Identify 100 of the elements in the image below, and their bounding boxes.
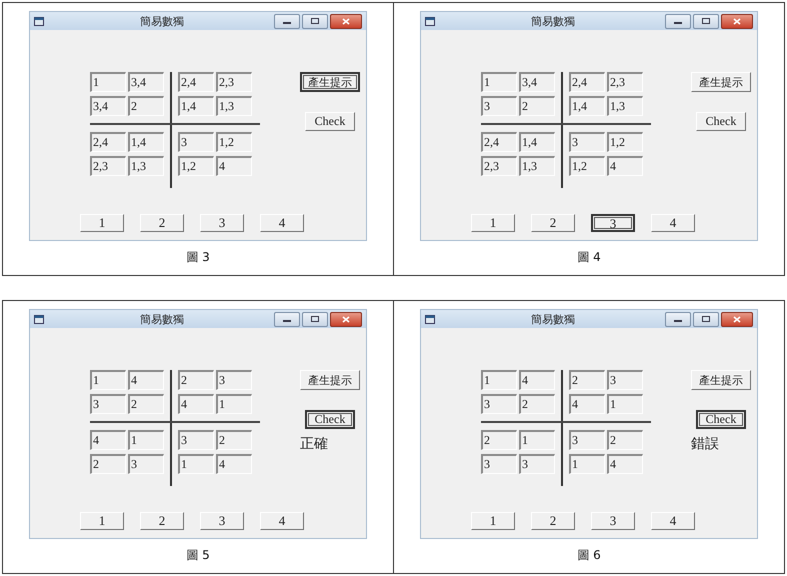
number-button[interactable]: 4 xyxy=(260,512,304,530)
maximize-button[interactable] xyxy=(693,312,719,326)
number-field[interactable]: 2 xyxy=(128,96,164,116)
number-field[interactable]: 1 xyxy=(178,454,214,474)
number-field[interactable]: 4 xyxy=(607,454,643,474)
number-field[interactable]: 4 xyxy=(90,430,126,450)
number-field[interactable]: 3 xyxy=(569,430,605,450)
number-field[interactable]: 2,3 xyxy=(607,72,643,92)
number-field[interactable]: 1 xyxy=(128,430,164,450)
number-field[interactable]: 1 xyxy=(607,394,643,414)
hint-button[interactable]: 產生提示 xyxy=(691,370,751,390)
number-field[interactable]: 4 xyxy=(178,394,214,414)
number-button[interactable]: 1 xyxy=(471,214,515,232)
number-field[interactable]: 2,4 xyxy=(90,132,126,152)
number-field[interactable]: 1 xyxy=(90,72,126,92)
number-button[interactable]: 3 xyxy=(591,214,635,232)
number-field[interactable]: 3 xyxy=(216,370,252,390)
number-field[interactable]: 3 xyxy=(481,96,517,116)
number-field[interactable]: 1 xyxy=(519,430,555,450)
number-field[interactable]: 1,4 xyxy=(519,132,555,152)
check-button[interactable]: Check xyxy=(696,112,746,131)
number-field[interactable]: 2 xyxy=(519,96,555,116)
number-button[interactable]: 4 xyxy=(260,214,304,232)
number-field[interactable]: 1,4 xyxy=(178,96,214,116)
number-field[interactable]: 3 xyxy=(481,454,517,474)
hint-button[interactable]: 產生提示 xyxy=(691,72,751,92)
number-field[interactable]: 3,4 xyxy=(128,72,164,92)
hint-button[interactable]: 產生提示 xyxy=(300,370,360,390)
number-field[interactable]: 2 xyxy=(128,394,164,414)
minimize-button[interactable] xyxy=(665,312,691,326)
number-field[interactable]: 3 xyxy=(128,454,164,474)
number-field[interactable]: 2,4 xyxy=(569,72,605,92)
number-field[interactable]: 2 xyxy=(216,430,252,450)
number-field[interactable]: 2 xyxy=(90,454,126,474)
number-field[interactable]: 1 xyxy=(569,454,605,474)
number-field[interactable]: 2 xyxy=(481,430,517,450)
close-button[interactable] xyxy=(721,14,753,28)
number-button[interactable]: 3 xyxy=(591,512,635,530)
number-button[interactable]: 1 xyxy=(471,512,515,530)
number-field[interactable]: 2,3 xyxy=(90,156,126,176)
hint-button[interactable]: 產生提示 xyxy=(300,72,360,92)
close-button[interactable] xyxy=(721,312,753,326)
number-field[interactable]: 1 xyxy=(216,394,252,414)
number-field[interactable]: 2,3 xyxy=(216,72,252,92)
number-field[interactable]: 4 xyxy=(128,370,164,390)
number-field[interactable]: 4 xyxy=(216,156,252,176)
minimize-button[interactable] xyxy=(274,312,300,326)
number-field[interactable]: 1,2 xyxy=(178,156,214,176)
minimize-button[interactable] xyxy=(274,14,300,28)
number-field[interactable]: 1,4 xyxy=(128,132,164,152)
check-button[interactable]: Check xyxy=(305,410,355,429)
number-field[interactable]: 4 xyxy=(569,394,605,414)
minimize-button[interactable] xyxy=(665,14,691,28)
number-field[interactable]: 4 xyxy=(519,370,555,390)
number-button[interactable]: 2 xyxy=(140,214,184,232)
number-field[interactable]: 1,3 xyxy=(519,156,555,176)
number-button[interactable]: 4 xyxy=(651,214,695,232)
number-field[interactable]: 1 xyxy=(90,370,126,390)
number-field[interactable]: 1,3 xyxy=(128,156,164,176)
number-field[interactable]: 3 xyxy=(90,394,126,414)
number-button[interactable]: 2 xyxy=(140,512,184,530)
number-button[interactable]: 2 xyxy=(531,512,575,530)
number-button[interactable]: 2 xyxy=(531,214,575,232)
check-button[interactable]: Check xyxy=(305,112,355,131)
number-field[interactable]: 4 xyxy=(607,156,643,176)
number-field[interactable]: 1,2 xyxy=(607,132,643,152)
number-button[interactable]: 3 xyxy=(200,512,244,530)
maximize-button[interactable] xyxy=(302,14,328,28)
number-field[interactable]: 2 xyxy=(519,394,555,414)
number-field[interactable]: 1,3 xyxy=(216,96,252,116)
number-field[interactable]: 3 xyxy=(569,132,605,152)
check-button[interactable]: Check xyxy=(696,410,746,429)
number-field[interactable]: 1 xyxy=(481,370,517,390)
number-field[interactable]: 1,3 xyxy=(607,96,643,116)
number-field[interactable]: 2,4 xyxy=(178,72,214,92)
close-button[interactable] xyxy=(330,14,362,28)
maximize-button[interactable] xyxy=(693,14,719,28)
number-field[interactable]: 3 xyxy=(519,454,555,474)
number-field[interactable]: 2 xyxy=(607,430,643,450)
number-field[interactable]: 2 xyxy=(178,370,214,390)
number-field[interactable]: 3 xyxy=(178,132,214,152)
number-field[interactable]: 1,2 xyxy=(569,156,605,176)
number-field[interactable]: 2,4 xyxy=(481,132,517,152)
number-field[interactable]: 3 xyxy=(481,394,517,414)
close-button[interactable] xyxy=(330,312,362,326)
number-field[interactable]: 2 xyxy=(569,370,605,390)
number-field[interactable]: 1,2 xyxy=(216,132,252,152)
maximize-button[interactable] xyxy=(302,312,328,326)
number-field[interactable]: 3,4 xyxy=(519,72,555,92)
number-field[interactable]: 3,4 xyxy=(90,96,126,116)
number-field[interactable]: 4 xyxy=(216,454,252,474)
number-button[interactable]: 3 xyxy=(200,214,244,232)
number-field[interactable]: 1 xyxy=(481,72,517,92)
number-button[interactable]: 4 xyxy=(651,512,695,530)
number-field[interactable]: 3 xyxy=(607,370,643,390)
number-button[interactable]: 1 xyxy=(80,214,124,232)
number-field[interactable]: 1,4 xyxy=(569,96,605,116)
number-button[interactable]: 1 xyxy=(80,512,124,530)
number-field[interactable]: 2,3 xyxy=(481,156,517,176)
number-field[interactable]: 3 xyxy=(178,430,214,450)
